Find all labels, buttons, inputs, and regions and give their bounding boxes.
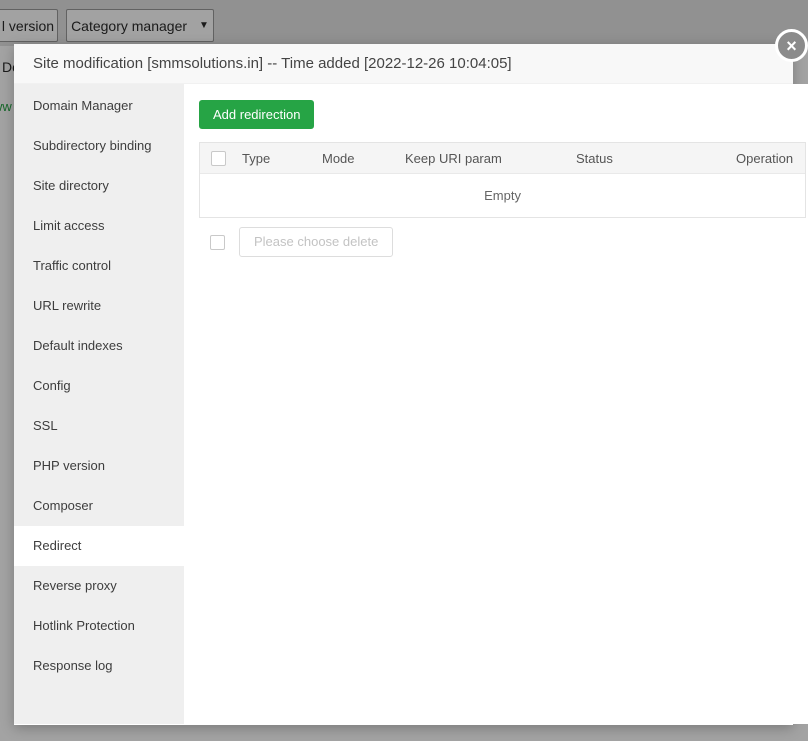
table-empty-row: Empty [200,174,806,217]
select-all-checkbox[interactable] [211,150,226,166]
sidebar-item-site-directory[interactable]: Site directory [14,166,184,206]
sidebar-item-php-version[interactable]: PHP version [14,446,184,486]
column-header-keep-uri-param: Keep URI param [405,150,502,166]
delete-selected-button[interactable]: Please choose delete [239,227,394,257]
table-header-row: Type Mode Keep URI param Status Operation [200,143,806,174]
modal-close-button[interactable]: × [775,29,808,62]
sidebar-item-redirect[interactable]: Redirect [14,526,184,566]
empty-label: Empty [484,188,521,203]
sidebar-item-config[interactable]: Config [14,366,184,406]
sidebar-item-limit-access[interactable]: Limit access [14,206,184,246]
sidebar-item-url-rewrite[interactable]: URL rewrite [14,286,184,326]
redirect-panel: Add redirection Type Mode Keep URI param St… [184,84,808,724]
site-modification-modal: Site modification [smmsolutions.in] -- T… [14,44,808,725]
sidebar-item-response-log[interactable]: Response log [14,646,184,686]
close-icon: × [786,35,797,56]
sidebar-item-hotlink-protection[interactable]: Hotlink Protection [14,606,184,646]
table-header-checkbox-cell [200,150,242,166]
sidebar-item-default-indexes[interactable]: Default indexes [14,326,184,366]
modal-body: Domain Manager Subdirectory binding Site d… [14,84,808,724]
delete-controls: Please choose delete [199,227,806,257]
column-header-status: Status [576,150,613,166]
column-header-type: Type [242,150,271,166]
modal-sidebar: Domain Manager Subdirectory binding Site d… [14,84,184,724]
modal-title: Site modification [smmsolutions.in] -- T… [33,55,512,72]
sidebar-item-ssl[interactable]: SSL [14,406,184,446]
modal-header: Site modification [smmsolutions.in] -- T… [14,44,793,84]
sidebar-item-domain-manager[interactable]: Domain Manager [14,86,184,126]
sidebar-item-subdirectory-binding[interactable]: Subdirectory binding [14,126,184,166]
sidebar-item-composer[interactable]: Composer [14,486,184,526]
column-header-operation: Operation [736,150,794,166]
select-all-footer-checkbox[interactable] [210,234,225,250]
sidebar-item-reverse-proxy[interactable]: Reverse proxy [14,566,184,606]
sidebar-item-traffic-control[interactable]: Traffic control [14,246,184,286]
add-redirection-button[interactable]: Add redirection [199,100,315,129]
redirections-table: Type Mode Keep URI param Status Operation Em… [199,142,807,218]
column-header-mode: Mode [322,150,355,166]
